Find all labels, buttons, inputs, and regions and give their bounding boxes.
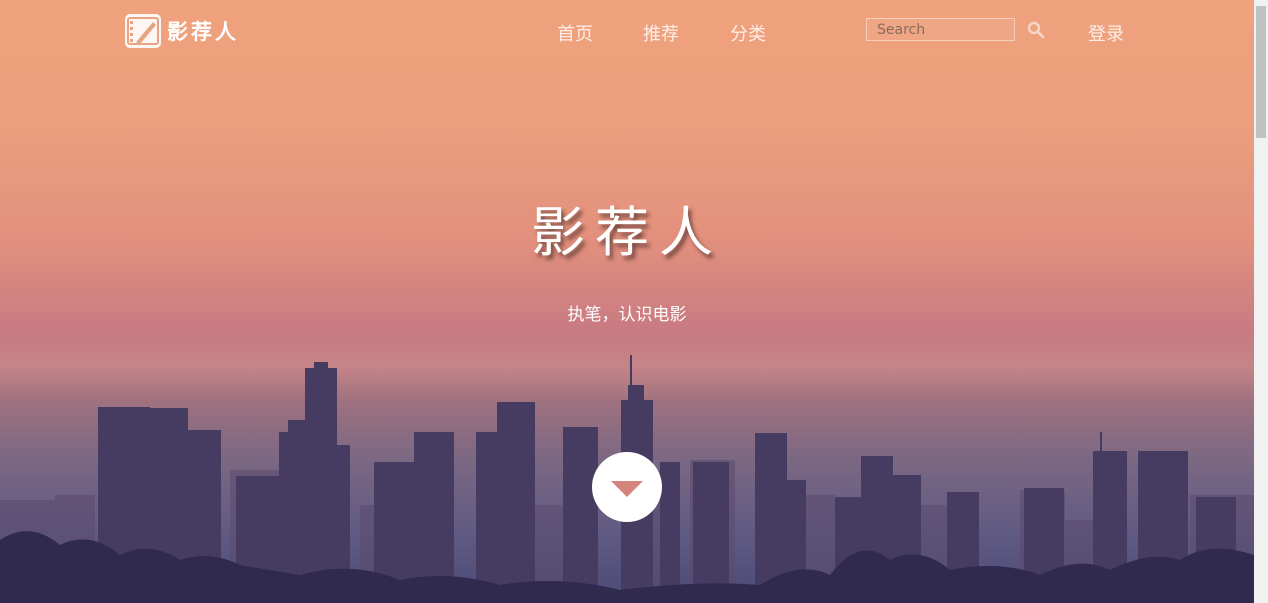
- login-link[interactable]: 登录: [1088, 20, 1124, 46]
- search-icon[interactable]: [1027, 21, 1045, 39]
- chevron-down-icon: [611, 481, 643, 497]
- nav-item-recommend[interactable]: 推荐: [643, 20, 679, 46]
- film-pen-icon: [125, 14, 161, 48]
- hero-background: 影荐人 首页 推荐 分类 登录 影荐人 执笔，认识电影: [0, 0, 1254, 603]
- scroll-down-button[interactable]: [592, 452, 662, 522]
- page-scrollbar[interactable]: [1254, 0, 1268, 603]
- hero-title: 影荐人: [531, 201, 723, 264]
- nav-item-home[interactable]: 首页: [557, 20, 593, 46]
- brand-logo[interactable]: 影荐人: [125, 14, 239, 48]
- scrollbar-thumb[interactable]: [1256, 6, 1266, 138]
- navbar: 影荐人 首页 推荐 分类 登录: [0, 0, 1254, 62]
- hero-subtitle: 执笔，认识电影: [567, 305, 687, 325]
- brand-name: 影荐人: [167, 20, 239, 44]
- search-input[interactable]: [866, 18, 1015, 41]
- nav-item-category[interactable]: 分类: [730, 20, 766, 46]
